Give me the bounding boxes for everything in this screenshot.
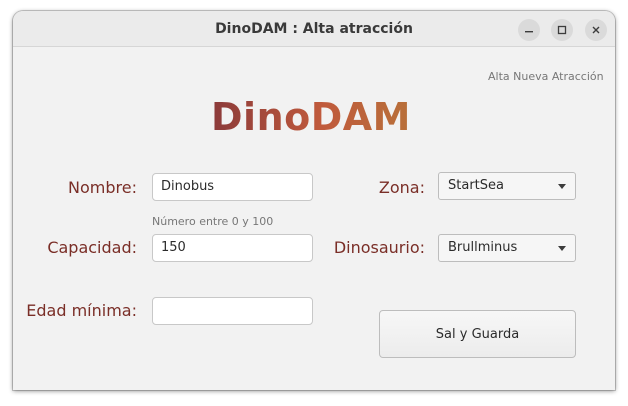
- capacidad-field[interactable]: 150: [152, 234, 313, 262]
- app-logo: DinoDAM: [211, 95, 411, 139]
- dinosaurio-selected: Brullminus: [448, 240, 518, 255]
- maximize-icon: [557, 25, 567, 35]
- minimize-button[interactable]: [518, 19, 540, 41]
- save-button[interactable]: Sal y Guarda: [379, 310, 576, 358]
- chevron-down-icon: [558, 184, 566, 189]
- title-bar[interactable]: DinoDAM : Alta atracción: [13, 11, 615, 47]
- zona-label: Zona:: [378, 178, 425, 197]
- header-hint: Alta Nueva Atracción: [488, 70, 604, 83]
- nombre-label: Nombre:: [68, 178, 137, 197]
- close-button[interactable]: [585, 19, 607, 41]
- chevron-down-icon: [558, 246, 566, 251]
- app-window: DinoDAM : Alta atracción Alta Nueva Atra…: [13, 11, 615, 390]
- close-icon: [592, 26, 600, 34]
- nombre-field[interactable]: Dinobus: [152, 173, 313, 201]
- dinosaurio-label: Dinosaurio:: [333, 238, 425, 257]
- capacidad-hint: Número entre 0 y 100: [152, 215, 274, 228]
- form-content: Alta Nueva Atracción DinoDAM Nombre: Din…: [13, 48, 615, 390]
- capacidad-label: Capacidad:: [47, 238, 137, 257]
- edad-field[interactable]: [152, 297, 313, 325]
- edad-label: Edad mínima:: [26, 301, 137, 320]
- minimize-icon: [525, 31, 533, 33]
- zona-select[interactable]: StartSea: [438, 172, 576, 200]
- maximize-button[interactable]: [551, 19, 573, 41]
- dinosaurio-select[interactable]: Brullminus: [438, 234, 576, 262]
- zona-selected: StartSea: [448, 178, 504, 193]
- save-button-label: Sal y Guarda: [435, 326, 520, 342]
